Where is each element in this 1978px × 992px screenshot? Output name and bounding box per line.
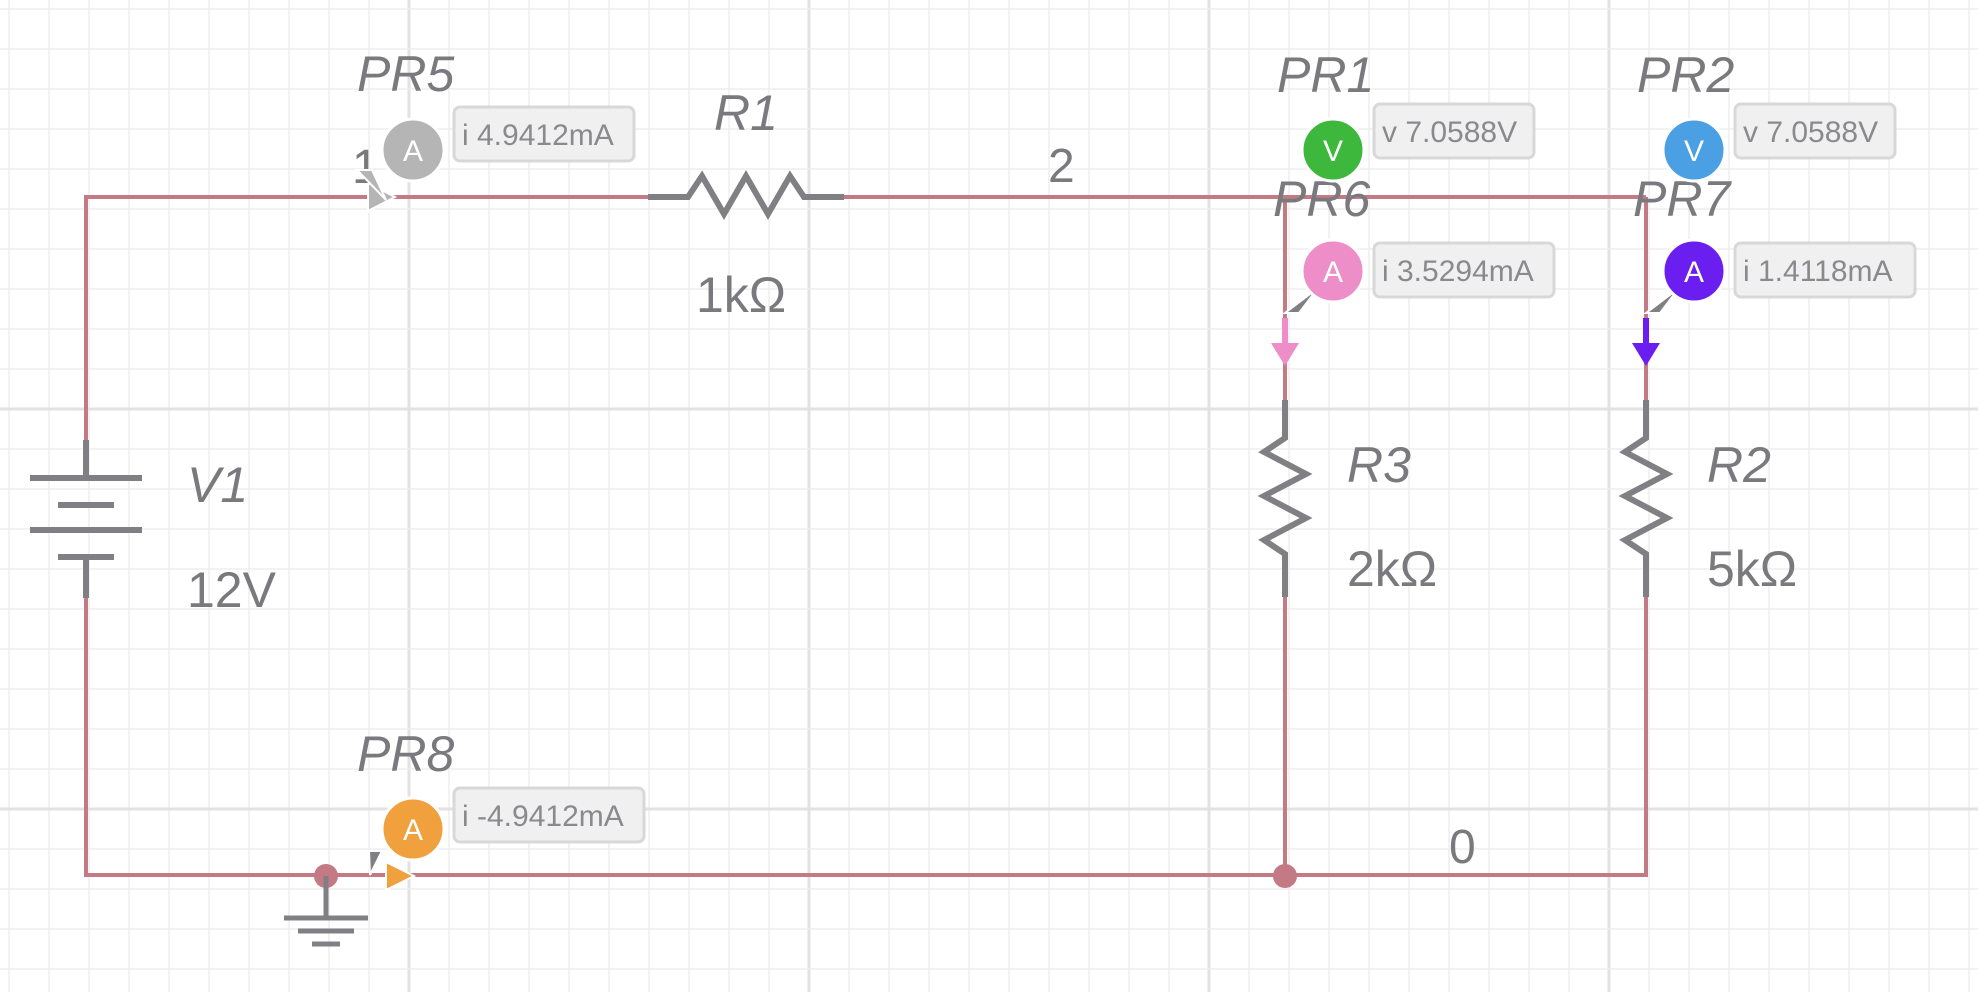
wire-left-bottom[interactable] bbox=[84, 597, 1648, 877]
current-arrow-pr7 bbox=[1632, 318, 1660, 366]
r1-name: R1 bbox=[714, 85, 778, 141]
junction-dot-r3 bbox=[1273, 864, 1297, 888]
probe-pr6[interactable]: A i 3.5294mA bbox=[1282, 238, 1556, 314]
probe-pr7[interactable]: A i 1.4118mA bbox=[1643, 238, 1917, 314]
pr7-meter-icon: A bbox=[1684, 256, 1704, 289]
pr8-reading: i -4.9412mA bbox=[462, 800, 624, 833]
current-arrow-pr6 bbox=[1271, 318, 1299, 366]
pr6-meter-icon: A bbox=[1323, 256, 1343, 289]
r3-name: R3 bbox=[1347, 437, 1411, 493]
r3-value: 2kΩ bbox=[1347, 541, 1437, 597]
schematic-canvas[interactable]: 1 2 0 V1 12V R1 1kΩ R3 2kΩ R2 5kΩ PR5 PR… bbox=[0, 0, 1978, 992]
r2-value: 5kΩ bbox=[1707, 541, 1797, 597]
wires bbox=[84, 195, 1648, 877]
pr1-name: PR1 bbox=[1277, 47, 1374, 103]
probe-pr5[interactable]: A i 4.9412mA bbox=[354, 105, 636, 201]
r2-name: R2 bbox=[1707, 437, 1771, 493]
node-label-0: 0 bbox=[1449, 821, 1476, 874]
r1-value: 1kΩ bbox=[696, 267, 786, 323]
pr2-reading: v 7.0588V bbox=[1743, 116, 1878, 149]
pr1-reading: v 7.0588V bbox=[1382, 116, 1517, 149]
pr5-reading: i 4.9412mA bbox=[462, 119, 614, 152]
pr5-meter-icon: A bbox=[403, 135, 423, 168]
resistor-r3[interactable] bbox=[1257, 400, 1313, 597]
pr2-meter-icon: V bbox=[1684, 135, 1704, 168]
wire-top-left[interactable] bbox=[84, 195, 648, 440]
v1-name: V1 bbox=[187, 457, 248, 513]
resistor-r2[interactable] bbox=[1618, 400, 1674, 597]
v1-value: 12V bbox=[187, 562, 277, 618]
node-label-2: 2 bbox=[1048, 140, 1075, 193]
pr7-reading: i 1.4118mA bbox=[1743, 255, 1893, 288]
ground-symbol[interactable] bbox=[284, 876, 368, 947]
pr2-name: PR2 bbox=[1637, 47, 1734, 103]
pr8-meter-icon: A bbox=[403, 814, 423, 847]
pr5-name: PR5 bbox=[357, 46, 454, 102]
pr6-reading: i 3.5294mA bbox=[1382, 255, 1534, 288]
pr8-name: PR8 bbox=[357, 726, 454, 782]
pr1-meter-icon: V bbox=[1323, 135, 1343, 168]
voltage-source-v1[interactable] bbox=[30, 440, 142, 598]
